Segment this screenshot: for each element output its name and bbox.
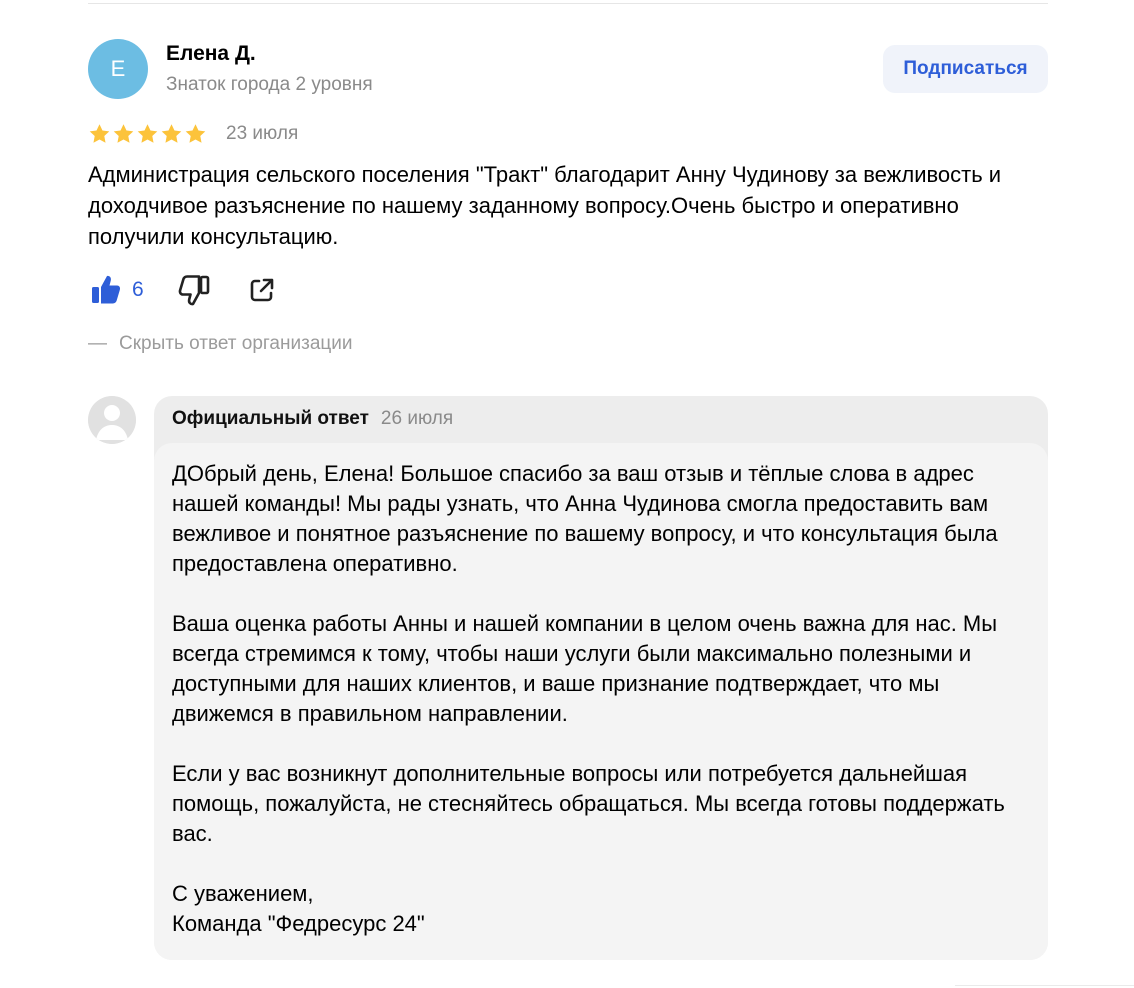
star-icon	[185, 124, 206, 143]
hide-reply-dash: —	[88, 333, 107, 354]
reply-header: Официальный ответ 26 июля	[172, 408, 453, 430]
review-date: 23 июля	[226, 123, 299, 144]
rating-stars	[88, 122, 207, 146]
reply-date: 26 июля	[380, 408, 454, 429]
official-reply-card: Официальный ответ 26 июля ДОбрый день, Е…	[154, 396, 1048, 960]
author-avatar[interactable]: Е	[88, 39, 148, 99]
org-avatar-icon	[88, 396, 136, 444]
review-text: Администрация сельского поселения "Тракт…	[88, 162, 1002, 249]
star-icon	[161, 124, 182, 143]
thumb-up-icon	[92, 275, 121, 304]
top-divider	[88, 3, 1048, 4]
like-button[interactable]: 6	[88, 272, 144, 308]
star-icon	[137, 124, 158, 143]
subscribe-button[interactable]: Подписаться	[883, 45, 1048, 93]
reply-label: Официальный ответ	[172, 408, 369, 429]
thumb-down-icon	[178, 275, 210, 306]
star-icon	[113, 124, 134, 143]
reply-body: ДОбрый день, Елена! Большое спасибо за в…	[154, 443, 1048, 960]
reply-paragraph: ДОбрый день, Елена! Большое спасибо за в…	[172, 461, 998, 576]
reply-paragraph: Ваша оценка работы Анны и нашей компании…	[172, 611, 998, 726]
reply-paragraph: Если у вас возникнут дополнительные вопр…	[172, 761, 1005, 846]
dislike-button[interactable]	[176, 272, 212, 313]
reply-signature: С уважением, Команда "Федресурс 24"	[172, 881, 425, 936]
author-name[interactable]: Елена Д.	[166, 42, 256, 66]
org-avatar	[88, 396, 136, 444]
share-icon	[250, 278, 274, 302]
author-initial: Е	[110, 56, 126, 81]
share-button[interactable]	[244, 272, 280, 313]
star-icon	[89, 124, 110, 143]
hide-reply-toggle[interactable]: — Скрыть ответ организации	[88, 333, 353, 355]
hide-reply-label: Скрыть ответ организации	[119, 333, 353, 354]
like-count: 6	[132, 278, 144, 301]
bottom-divider	[955, 985, 1134, 986]
author-level: Знаток города 2 уровня	[166, 74, 373, 95]
